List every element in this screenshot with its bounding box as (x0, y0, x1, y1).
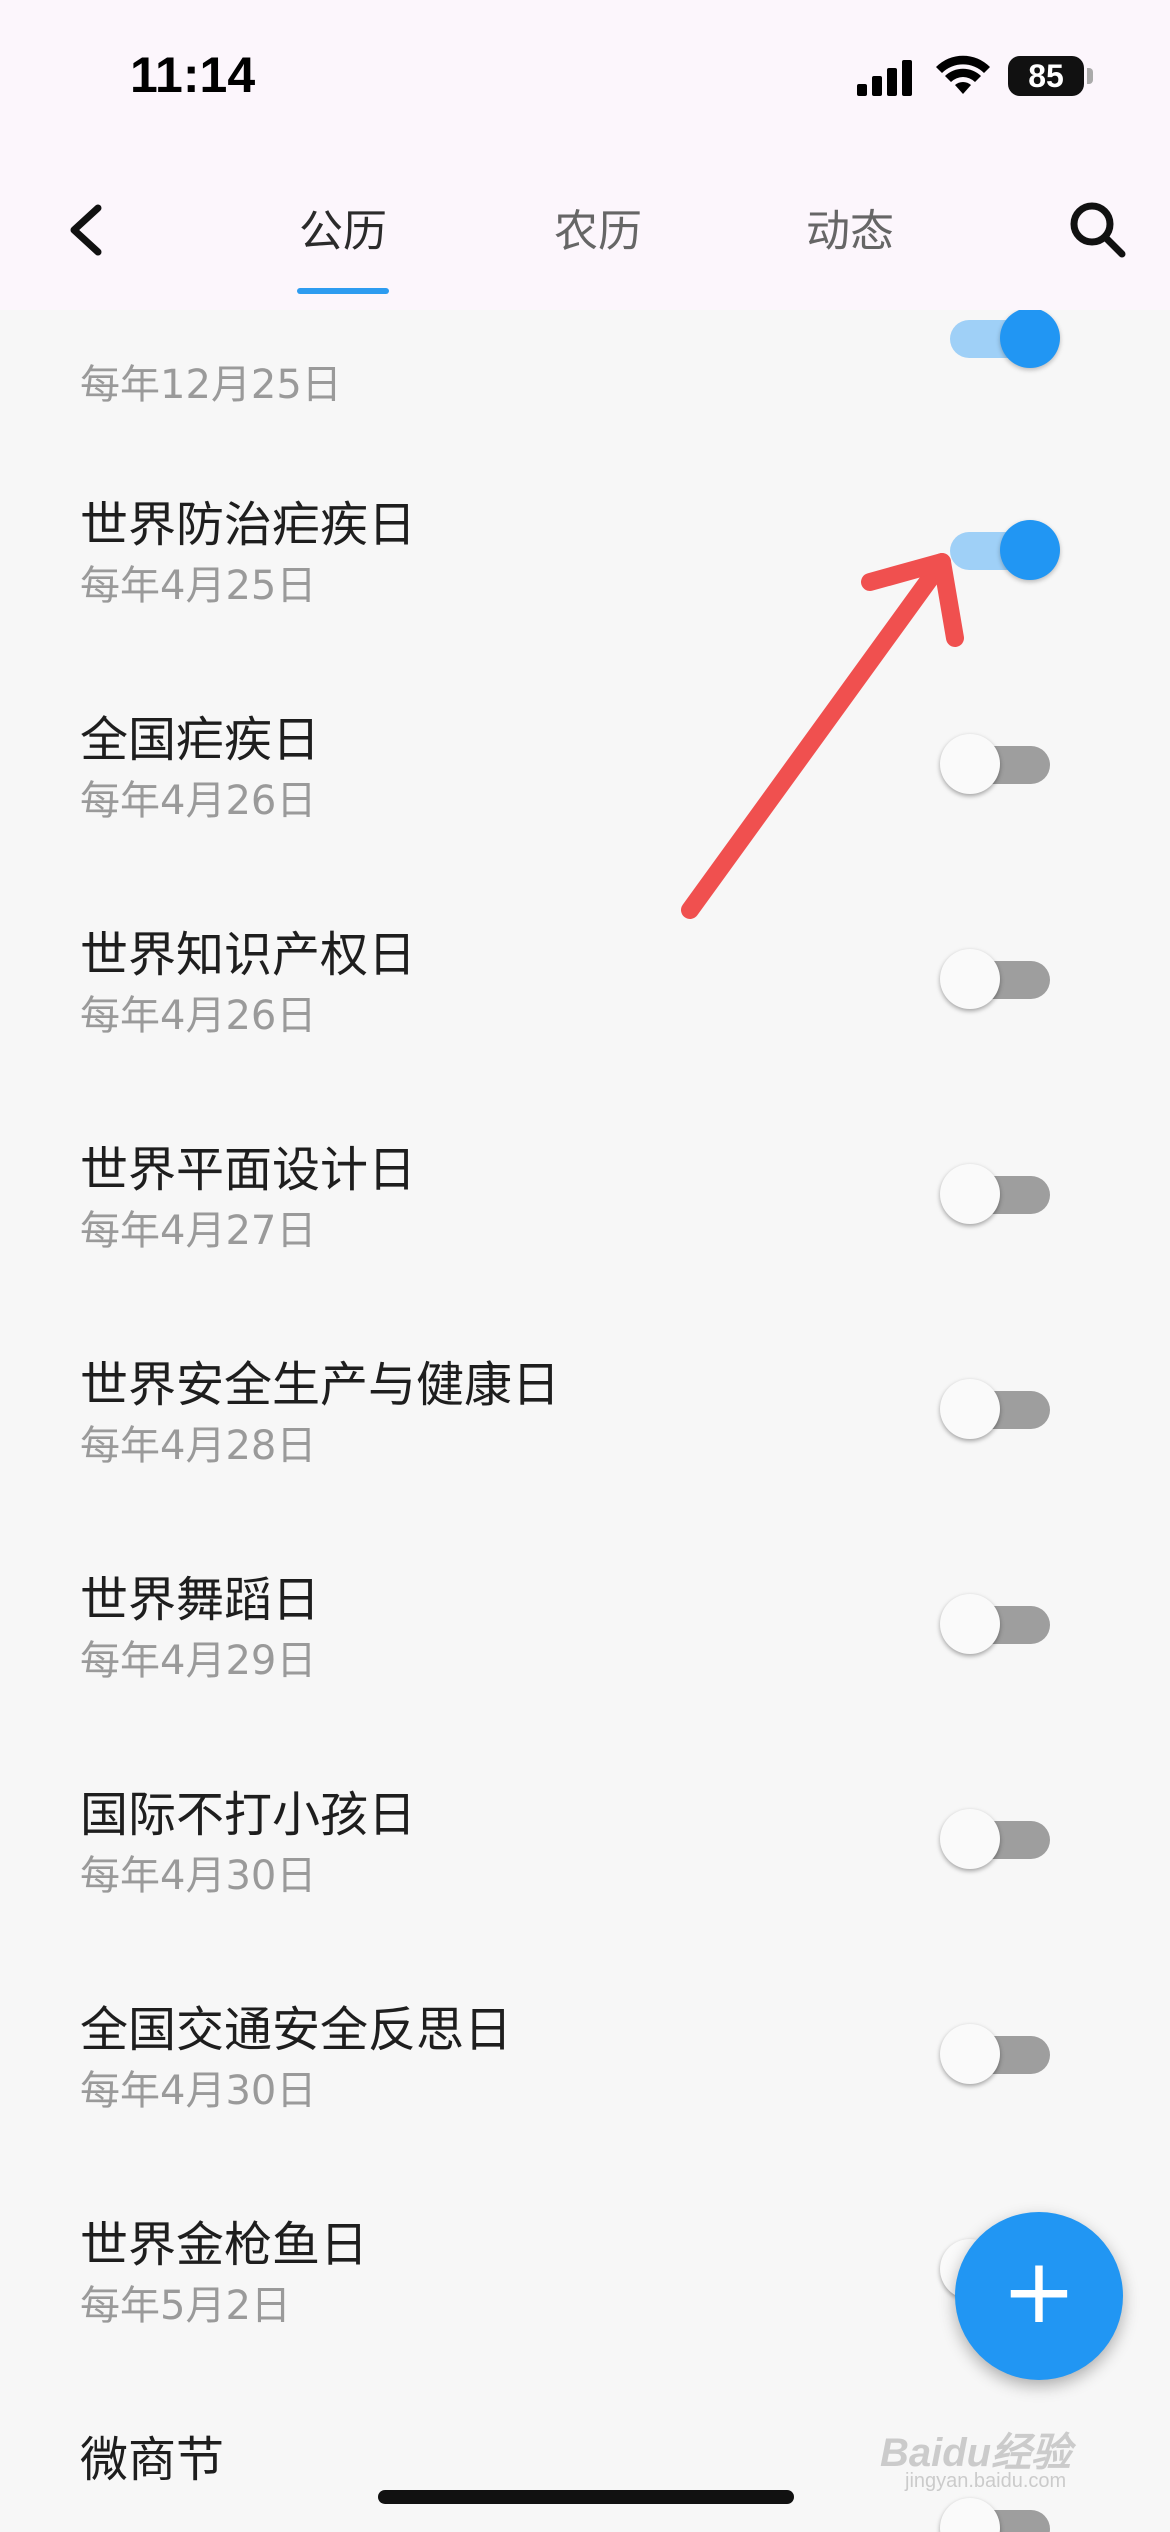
item-toggle[interactable] (940, 949, 1060, 1009)
item-title: 世界金枪鱼日 (80, 2217, 369, 2273)
list-item[interactable]: 全国疟疾日 每年4月26日 (0, 700, 1170, 915)
item-subtitle: 每年4月28日 (80, 1423, 317, 1469)
chevron-left-icon[interactable] (50, 190, 130, 270)
item-toggle[interactable] (940, 2024, 1060, 2084)
active-tab-indicator (297, 288, 389, 294)
item-subtitle: 每年4月30日 (80, 1853, 317, 1899)
watermark-url: jingyan.baidu.com (905, 2470, 1067, 2492)
item-subtitle: 每年4月29日 (80, 1638, 317, 1684)
status-bar: 11:14 85 (0, 0, 1170, 150)
item-subtitle: 每年5月2日 (80, 2283, 291, 2329)
list-item[interactable]: 世界防治疟疾日 每年4月25日 (0, 485, 1170, 700)
item-title: 国际不打小孩日 (80, 1787, 417, 1843)
list-item[interactable]: 世界知识产权日 每年4月26日 (0, 915, 1170, 1130)
list-item[interactable]: 国际不打小孩日 每年4月30日 (0, 1775, 1170, 1990)
item-toggle[interactable] (940, 1809, 1060, 1869)
item-toggle[interactable] (940, 1164, 1060, 1224)
tab-lunar[interactable]: 农历 (518, 195, 678, 259)
item-subtitle: 每年4月25日 (80, 563, 317, 609)
list-item[interactable]: 世界平面设计日 每年4月27日 (0, 1130, 1170, 1345)
list-item[interactable]: 世界舞蹈日 每年4月29日 (0, 1560, 1170, 1775)
item-subtitle: 每年4月30日 (80, 2068, 317, 2114)
search-icon[interactable] (1060, 192, 1136, 268)
item-toggle[interactable] (940, 2498, 1060, 2532)
item-subtitle: 每年4月26日 (80, 778, 317, 824)
home-indicator[interactable] (378, 2490, 794, 2504)
item-title: 世界防治疟疾日 (80, 497, 417, 553)
list-item[interactable]: 每年12月25日 (0, 310, 1170, 433)
list-item[interactable]: 世界安全生产与健康日 每年4月28日 (0, 1345, 1170, 1560)
item-title: 世界平面设计日 (80, 1142, 417, 1198)
item-title: 世界舞蹈日 (80, 1572, 321, 1628)
top-tab-bar: 公历 农历 动态 (0, 150, 1170, 310)
battery-cap (1087, 68, 1093, 84)
item-title: 世界安全生产与健康日 (80, 1357, 561, 1413)
item-title: 微商节 (80, 2432, 225, 2488)
battery-icon: 85 (1008, 56, 1084, 96)
item-subtitle: 每年4月27日 (80, 1208, 317, 1254)
item-title: 全国疟疾日 (80, 712, 321, 768)
annotation-arrow-icon (681, 553, 964, 919)
wifi-icon (936, 55, 990, 94)
item-toggle[interactable] (940, 310, 1060, 368)
add-button[interactable]: + (955, 2212, 1123, 2380)
item-subtitle: 每年4月26日 (80, 993, 317, 1039)
tab-gregorian[interactable]: 公历 (263, 195, 423, 259)
item-title: 世界知识产权日 (80, 927, 417, 983)
list-item[interactable]: 全国交通安全反思日 每年4月30日 (0, 1990, 1170, 2205)
cellular-signal-icon (857, 60, 912, 96)
item-title: 全国交通安全反思日 (80, 2002, 513, 2058)
item-toggle[interactable] (940, 1594, 1060, 1654)
screen: 11:14 85 公历 农历 动态 每年12月25日 世界防治疟疾日 每年4月2… (0, 0, 1170, 2532)
item-subtitle: 每年12月25日 (80, 362, 342, 408)
tab-feed[interactable]: 动态 (770, 195, 930, 259)
holiday-list: 每年12月25日 世界防治疟疾日 每年4月25日 全国疟疾日 每年4月26日 世… (0, 310, 1170, 2532)
item-toggle[interactable] (940, 1379, 1060, 1439)
status-time: 11:14 (130, 47, 256, 103)
